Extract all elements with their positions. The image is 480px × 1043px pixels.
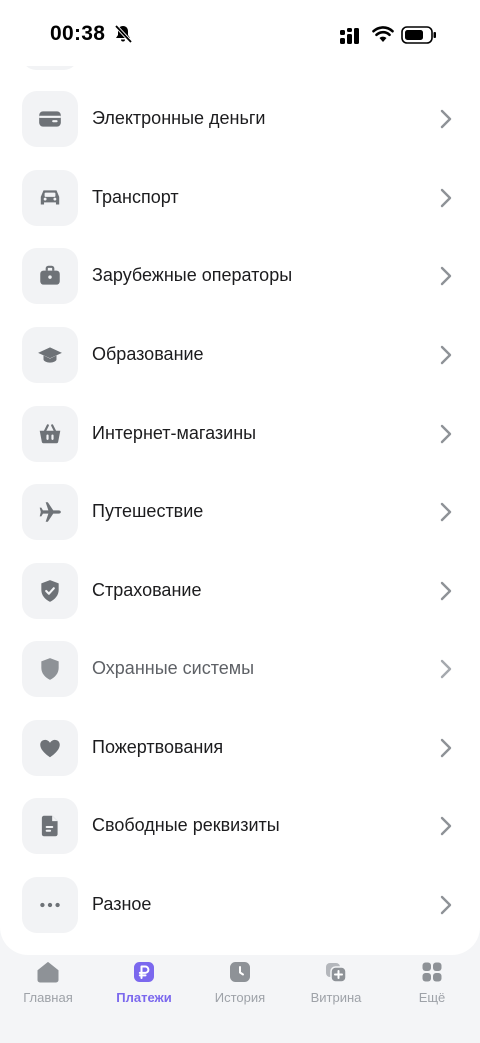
category-donations[interactable]: Пожертвования <box>0 709 480 787</box>
category-insurance[interactable]: Страхование <box>0 552 480 630</box>
graduation-cap-icon <box>22 327 78 383</box>
tab-label: Ещё <box>418 990 446 1005</box>
category-transport[interactable]: Транспорт <box>0 159 480 237</box>
category-label: Образование <box>92 344 204 364</box>
shopping-basket-icon <box>22 406 78 462</box>
bottom-tab-bar: Главная Платежи История Витрина Ещё <box>0 955 480 1043</box>
chevron-right-icon <box>440 424 452 444</box>
tab-more[interactable]: Ещё <box>384 955 480 1043</box>
category-electronic-money[interactable]: Электронные деньги <box>0 80 480 158</box>
chevron-right-icon <box>440 581 452 601</box>
status-time: 00:38 <box>50 22 106 45</box>
car-icon <box>22 170 78 226</box>
chevron-right-icon <box>440 816 452 836</box>
ruble-icon <box>134 962 154 982</box>
chevron-right-icon <box>440 345 452 365</box>
category-label: Страхование <box>92 580 202 600</box>
category-label: Интернет-магазины <box>92 423 257 443</box>
document-icon <box>22 798 78 854</box>
chevron-right-icon <box>440 188 452 208</box>
tab-label: Витрина <box>310 990 362 1005</box>
category-foreign-operators[interactable]: Зарубежные операторы <box>0 237 480 315</box>
category-label: Зарубежные операторы <box>92 265 293 285</box>
tab-label: Платежи <box>116 990 172 1005</box>
tab-payments[interactable]: Платежи <box>96 955 192 1043</box>
category-label: Транспорт <box>92 187 179 207</box>
category-travel[interactable]: Путешествие <box>0 473 480 551</box>
category-label: Пожертвования <box>92 737 224 757</box>
tab-home[interactable]: Главная <box>0 955 96 1043</box>
chevron-right-icon <box>440 895 452 915</box>
category-label: Охранные системы <box>92 658 255 678</box>
showcase-add-icon <box>326 963 347 983</box>
tab-history[interactable]: История <box>192 955 288 1043</box>
chevron-right-icon <box>440 266 452 286</box>
home-icon <box>37 962 59 983</box>
shield-icon <box>22 641 78 697</box>
category-free-details[interactable]: Свободные реквизиты <box>0 787 480 865</box>
category-label: Путешествие <box>92 501 204 521</box>
tab-showcase[interactable]: Витрина <box>288 955 384 1043</box>
category-education[interactable]: Образование <box>0 316 480 394</box>
heart-icon <box>22 720 78 776</box>
tab-label: История <box>214 990 266 1005</box>
wifi-icon <box>372 26 394 42</box>
clock-icon <box>230 962 250 982</box>
shield-check-icon <box>22 563 78 619</box>
more-dots-icon <box>22 877 78 933</box>
payment-categories-list: Электронные деньги Транспорт Зарубежные … <box>0 0 480 955</box>
wallet-icon <box>22 91 78 147</box>
chevron-right-icon <box>440 738 452 758</box>
category-online-shops[interactable]: Интернет-магазины <box>0 395 480 473</box>
category-misc[interactable]: Разное <box>0 866 480 944</box>
tab-label: Главная <box>23 990 73 1005</box>
grid-icon <box>422 962 442 982</box>
status-bar: 00:38 <box>0 0 480 66</box>
category-label: Электронные деньги <box>92 108 266 128</box>
mute-bell-icon <box>114 24 133 44</box>
chevron-right-icon <box>440 109 452 129</box>
cellular-signal-icon <box>340 28 359 44</box>
chevron-right-icon <box>440 502 452 522</box>
category-label: Свободные реквизиты <box>92 815 280 835</box>
category-security-systems[interactable]: Охранные системы <box>0 630 480 708</box>
category-label: Разное <box>92 894 152 914</box>
briefcase-icon <box>22 248 78 304</box>
battery-icon <box>401 26 436 44</box>
airplane-icon <box>22 484 78 540</box>
chevron-right-icon <box>440 659 452 679</box>
